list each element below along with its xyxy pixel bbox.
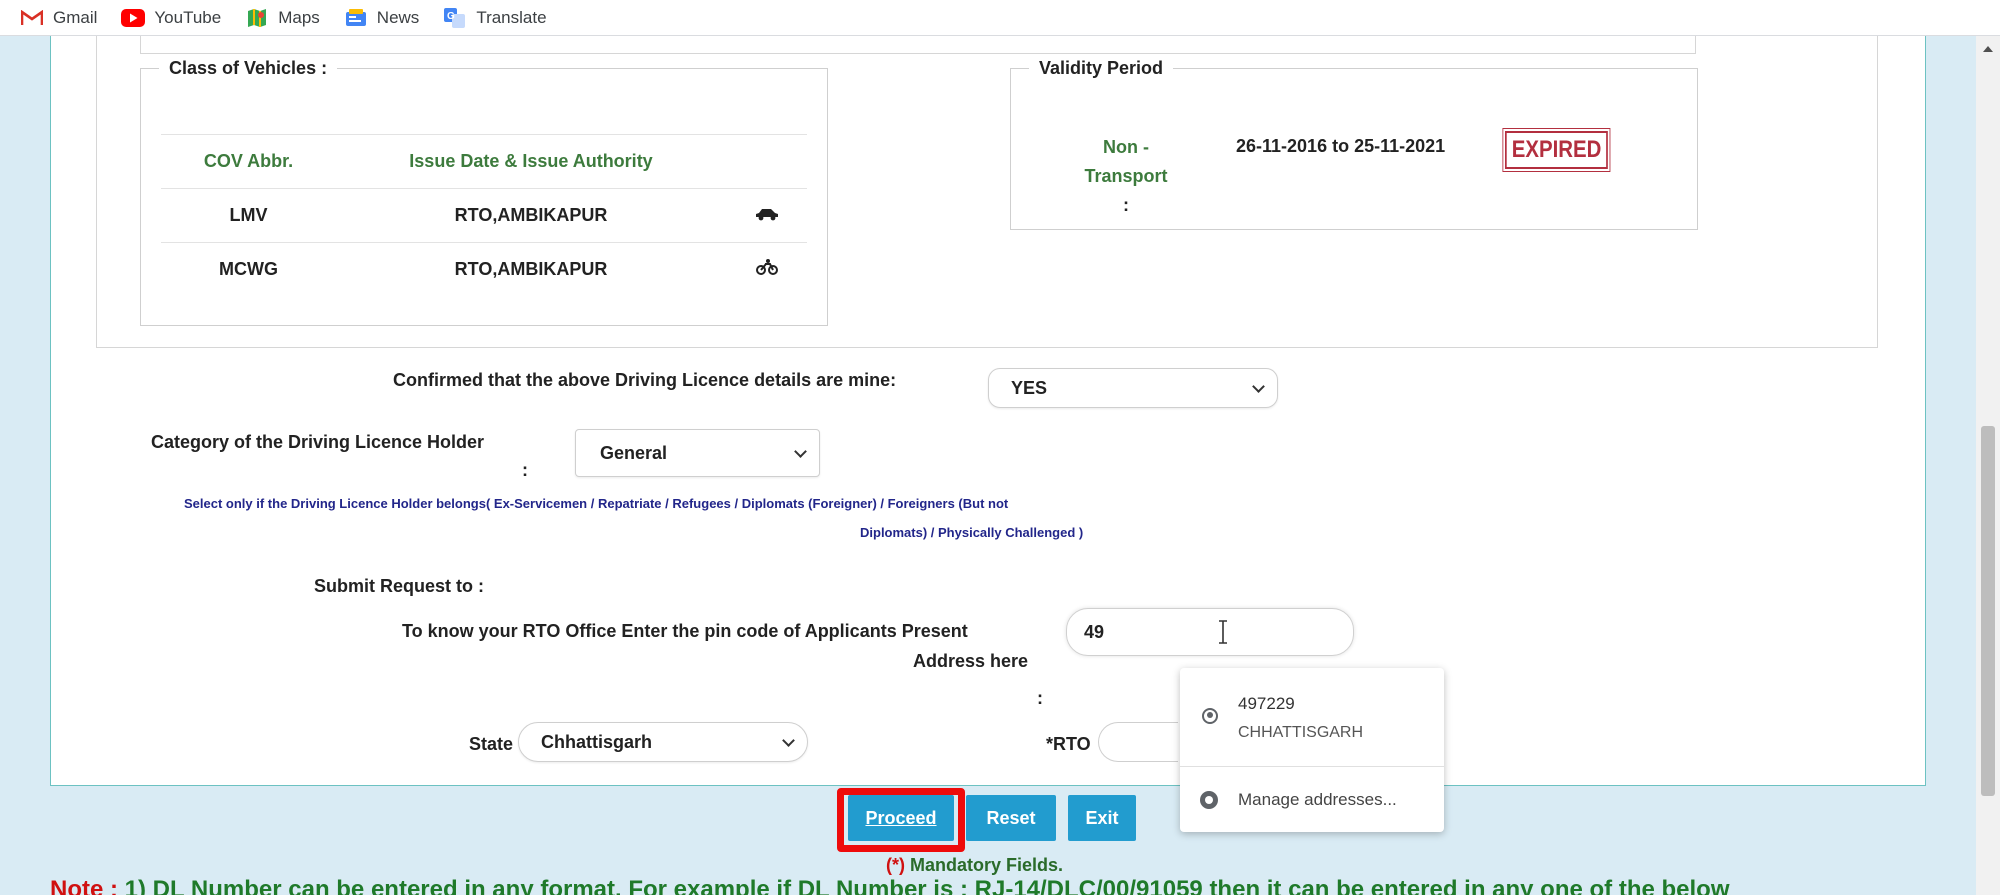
pin-code-label-line2: Address here	[913, 651, 1029, 671]
page-scrollbar[interactable]	[1976, 36, 2000, 895]
submit-request-heading: Submit Request to :	[314, 576, 484, 596]
confirm-details-value: YES	[1011, 377, 1048, 398]
bookmark-label: Maps	[278, 7, 320, 27]
state-select[interactable]: Chhattisgarh	[518, 722, 808, 762]
motorcycle-icon	[726, 259, 807, 280]
dl-number-format-note: Note : 1) DL Number can be entered in an…	[50, 876, 1730, 895]
rto-label: *RTO	[1046, 734, 1091, 754]
table-row: LMV RTO,AMBIKAPUR	[161, 188, 807, 242]
confirm-details-label: Confirmed that the above Driving Licence…	[393, 370, 897, 390]
news-icon	[344, 8, 368, 28]
state-label: State	[469, 734, 514, 754]
chevron-down-icon	[794, 445, 807, 458]
chrome-icon	[1200, 791, 1218, 809]
expired-stamp: EXPIRED	[1502, 128, 1611, 172]
bookmark-translate[interactable]: G Translate	[443, 7, 547, 28]
scroll-up-arrow-icon[interactable]	[1983, 46, 1993, 52]
category-hint-line2: Diplomats) / Physically Challenged )	[860, 525, 1084, 540]
category-label: Category of the Driving Licence Holder	[151, 432, 485, 452]
bookmark-news[interactable]: News	[344, 7, 420, 28]
cov-abbr-header: COV Abbr.	[203, 151, 294, 171]
gmail-icon	[20, 8, 44, 28]
text-cursor-icon	[1219, 620, 1227, 644]
issue-authority-cell: RTO,AMBIKAPUR	[454, 205, 608, 225]
translate-icon: G	[443, 7, 467, 28]
youtube-icon	[121, 8, 146, 28]
pin-code-label-line1: To know your RTO Office Enter the pin co…	[402, 621, 968, 641]
cov-table: COV Abbr. Issue Date & Issue Authority L…	[161, 134, 807, 296]
previous-section-frame	[140, 36, 1696, 54]
bookmark-youtube[interactable]: YouTube	[121, 8, 221, 28]
bookmark-label: Translate	[476, 7, 547, 27]
validity-type-label: Non - Transport :	[1084, 137, 1168, 215]
chevron-down-icon	[1252, 380, 1265, 393]
car-icon	[726, 205, 807, 226]
proceed-button[interactable]: Proceed	[848, 795, 954, 841]
person-icon	[1202, 708, 1218, 724]
bookmark-label: Gmail	[53, 7, 98, 27]
autocomplete-suggestion[interactable]: 497229 CHHATTISGARH	[1180, 668, 1444, 766]
scrollbar-thumb[interactable]	[1981, 426, 1995, 796]
confirm-details-select[interactable]: YES	[988, 368, 1278, 408]
bookmarks-bar: Gmail YouTube Maps News G Translate	[0, 0, 2000, 36]
chevron-down-icon	[782, 734, 795, 747]
reset-button[interactable]: Reset	[966, 795, 1056, 841]
bookmark-label: YouTube	[154, 7, 222, 27]
exit-button[interactable]: Exit	[1068, 795, 1136, 841]
validity-period-legend: Validity Period	[1039, 58, 1164, 78]
pin-code-input[interactable]: 49	[1066, 608, 1354, 656]
rto-select[interactable]	[1098, 722, 1178, 762]
pin-code-label-colon: :	[1037, 688, 1043, 708]
cov-abbr-cell: LMV	[229, 205, 268, 225]
maps-icon	[245, 8, 269, 28]
validity-dates: 26-11-2016 to 25-11-2021	[1236, 136, 1446, 156]
validity-period-fieldset: Validity Period Non - Transport : 26-11-…	[1010, 58, 1698, 230]
bookmark-maps[interactable]: Maps	[245, 8, 320, 28]
svg-text:G: G	[447, 11, 455, 22]
manage-addresses-label: Manage addresses...	[1238, 790, 1397, 809]
cov-table-header: COV Abbr. Issue Date & Issue Authority	[161, 134, 807, 188]
category-select[interactable]: General	[575, 429, 820, 477]
pin-code-value: 49	[1084, 621, 1105, 642]
bookmark-label: News	[376, 7, 420, 27]
issue-authority-header: Issue Date & Issue Authority	[409, 151, 653, 171]
table-row: MCWG RTO,AMBIKAPUR	[161, 242, 807, 296]
mandatory-fields-note: (*) Mandatory Fields.	[886, 855, 1064, 875]
category-label-colon: :	[522, 460, 528, 480]
class-of-vehicles-legend: Class of Vehicles :	[169, 58, 328, 78]
class-of-vehicles-fieldset: Class of Vehicles : COV Abbr. Issue Date…	[140, 58, 828, 326]
cov-abbr-cell: MCWG	[219, 259, 278, 279]
category-hint-line1: Select only if the Driving Licence Holde…	[184, 496, 1009, 511]
suggestion-state: CHHATTISGARH	[1238, 724, 1364, 741]
bookmark-gmail[interactable]: Gmail	[20, 8, 97, 28]
category-value: General	[600, 442, 668, 463]
suggestion-pin: 497229	[1238, 694, 1295, 713]
state-value: Chhattisgarh	[541, 731, 653, 752]
manage-addresses-item[interactable]: Manage addresses...	[1180, 767, 1444, 832]
issue-authority-cell: RTO,AMBIKAPUR	[454, 259, 608, 279]
address-autocomplete-dropdown: 497229 CHHATTISGARH Manage addresses...	[1180, 668, 1444, 832]
